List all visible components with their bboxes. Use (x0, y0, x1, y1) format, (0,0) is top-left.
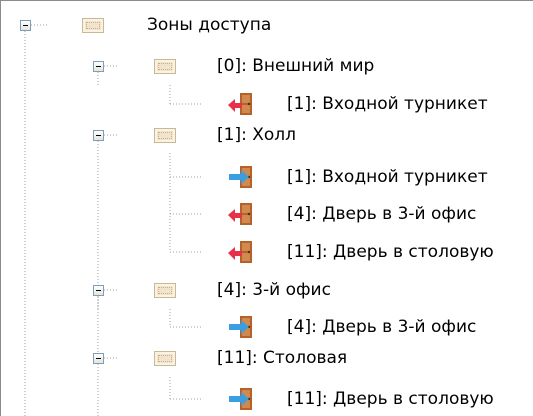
tree-door-label[interactable]: [11]: Дверь в столовую (287, 389, 494, 409)
tree-zone-label[interactable]: [11]: Столовая (217, 348, 347, 368)
tree-zone-label[interactable]: [1]: Холл (217, 125, 296, 145)
expand-toggle-zone[interactable] (93, 130, 104, 141)
expand-toggle-zone[interactable] (93, 285, 104, 296)
door-enter-icon (229, 166, 252, 188)
zone-icon (154, 128, 176, 143)
tree-root-label[interactable]: Зоны доступа (147, 15, 271, 35)
tree-zone-label[interactable]: [0]: Внешний мир (217, 56, 374, 76)
door-exit-icon (228, 241, 252, 263)
door-enter-icon (229, 388, 252, 410)
zone-icon (154, 351, 176, 366)
zone-icon (154, 59, 176, 74)
zone-tree-view[interactable]: Зоны доступа [0]: Внешний мир [1]: Входн… (0, 0, 533, 416)
tree-door-label[interactable]: [1]: Входной турникет (287, 94, 488, 114)
zone-icon (82, 18, 104, 33)
door-exit-icon (228, 203, 252, 225)
tree-zone-label[interactable]: [4]: 3-й офис (217, 280, 331, 300)
tree-door-label[interactable]: [4]: Дверь в 3-й офис (287, 204, 476, 224)
expand-toggle-zone[interactable] (93, 353, 104, 364)
door-enter-icon (229, 316, 252, 338)
zone-icon (154, 283, 176, 298)
tree-door-label[interactable]: [1]: Входной турникет (287, 167, 488, 187)
door-exit-icon (228, 93, 252, 115)
expand-toggle-root[interactable] (20, 20, 31, 31)
tree-door-label[interactable]: [11]: Дверь в столовую (287, 242, 494, 262)
expand-toggle-zone[interactable] (93, 61, 104, 72)
tree-door-label[interactable]: [4]: Дверь в 3-й офис (287, 317, 476, 337)
